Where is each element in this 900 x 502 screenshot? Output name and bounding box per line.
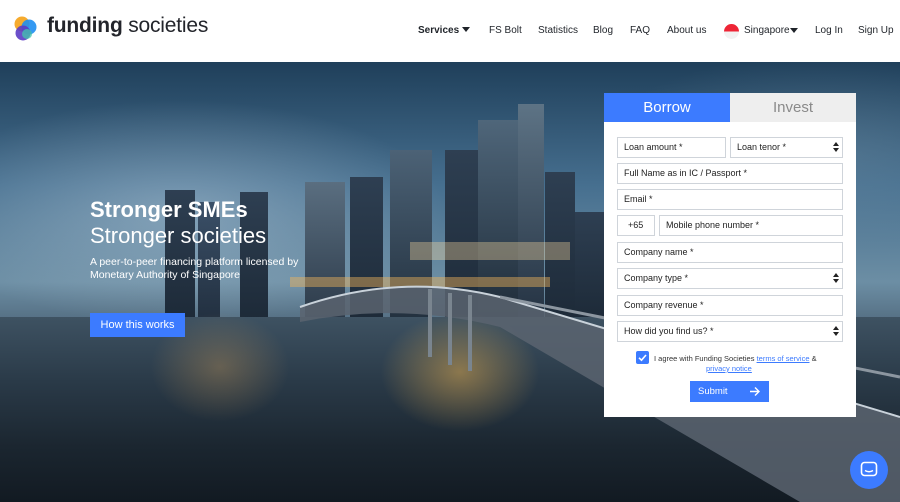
- how-this-works-button[interactable]: How this works: [90, 313, 185, 337]
- nav-faq[interactable]: FAQ: [630, 25, 650, 36]
- hero-subtitle: Stronger societies: [90, 223, 267, 248]
- nav-country-selector[interactable]: Singapore: [744, 25, 790, 36]
- full-name-field[interactable]: Full Name as in IC / Passport *: [617, 163, 843, 184]
- consent-label: I agree with Funding Societies: [654, 354, 757, 363]
- how-found-placeholder: How did you find us? *: [624, 326, 714, 336]
- full-name-placeholder: Full Name as in IC / Passport *: [624, 168, 748, 178]
- brand-name[interactable]: funding societies: [47, 14, 208, 38]
- caret-down-icon[interactable]: [462, 27, 470, 32]
- nav-services[interactable]: Services: [418, 25, 459, 36]
- singapore-flag-icon[interactable]: [724, 24, 739, 39]
- country-caret-down-icon[interactable]: [790, 28, 798, 33]
- loan-tenor-select[interactable]: Loan tenor *: [730, 137, 843, 158]
- nav-about-us[interactable]: About us: [667, 25, 706, 36]
- mobile-phone-field[interactable]: Mobile phone number *: [659, 215, 843, 236]
- nav-statistics[interactable]: Statistics: [538, 25, 578, 36]
- borrow-form-card: Borrow Invest Loan amount * Loan tenor *…: [604, 93, 856, 417]
- nav-fs-bolt[interactable]: FS Bolt: [489, 25, 522, 36]
- company-revenue-field[interactable]: Company revenue *: [617, 295, 843, 316]
- phone-code-value: +65: [628, 220, 644, 230]
- company-type-placeholder: Company type *: [624, 273, 689, 283]
- hero-title: Stronger SMEs: [90, 197, 248, 222]
- email-placeholder: Email *: [624, 194, 653, 204]
- checkmark-icon: [638, 354, 647, 362]
- company-type-select[interactable]: Company type *: [617, 268, 843, 289]
- consent-amp: &: [809, 354, 817, 363]
- hero-description: A peer-to-peer financing platform licens…: [90, 256, 299, 281]
- email-field[interactable]: Email *: [617, 189, 843, 210]
- select-arrows-icon: [833, 272, 839, 285]
- chat-bubble-icon: [860, 461, 878, 477]
- select-arrows-icon: [833, 141, 839, 154]
- loan-amount-placeholder: Loan amount *: [624, 142, 683, 152]
- nav-blog[interactable]: Blog: [593, 25, 613, 36]
- loan-amount-field[interactable]: Loan amount *: [617, 137, 726, 158]
- chat-launcher-button[interactable]: [850, 451, 888, 489]
- arrow-right-icon: [750, 387, 760, 396]
- tab-borrow[interactable]: Borrow: [604, 93, 730, 122]
- tab-invest[interactable]: Invest: [730, 93, 856, 122]
- loan-tenor-placeholder: Loan tenor *: [737, 142, 787, 152]
- funding-societies-logo-icon[interactable]: [10, 14, 40, 44]
- select-arrows-icon: [833, 325, 839, 338]
- how-found-select[interactable]: How did you find us? *: [617, 321, 843, 342]
- site-header: funding societies Services FS Bolt Stati…: [0, 0, 900, 62]
- consent-checkbox[interactable]: [636, 351, 649, 364]
- consent-text: I agree with Funding Societies terms of …: [654, 353, 829, 364]
- brand-name-rest: societies: [122, 14, 209, 37]
- company-revenue-placeholder: Company revenue *: [624, 300, 704, 310]
- company-name-field[interactable]: Company name *: [617, 242, 843, 263]
- terms-of-service-link[interactable]: terms of service: [757, 354, 810, 363]
- company-name-placeholder: Company name *: [624, 247, 694, 257]
- submit-label: Submit: [698, 386, 728, 397]
- mobile-phone-placeholder: Mobile phone number *: [666, 220, 760, 230]
- nav-log-in[interactable]: Log In: [815, 25, 843, 36]
- phone-country-code[interactable]: +65: [617, 215, 655, 236]
- nav-sign-up[interactable]: Sign Up: [858, 25, 894, 36]
- submit-button[interactable]: Submit: [690, 381, 769, 402]
- brand-name-bold: funding: [47, 14, 123, 37]
- privacy-notice-link[interactable]: privacy notice: [706, 364, 752, 373]
